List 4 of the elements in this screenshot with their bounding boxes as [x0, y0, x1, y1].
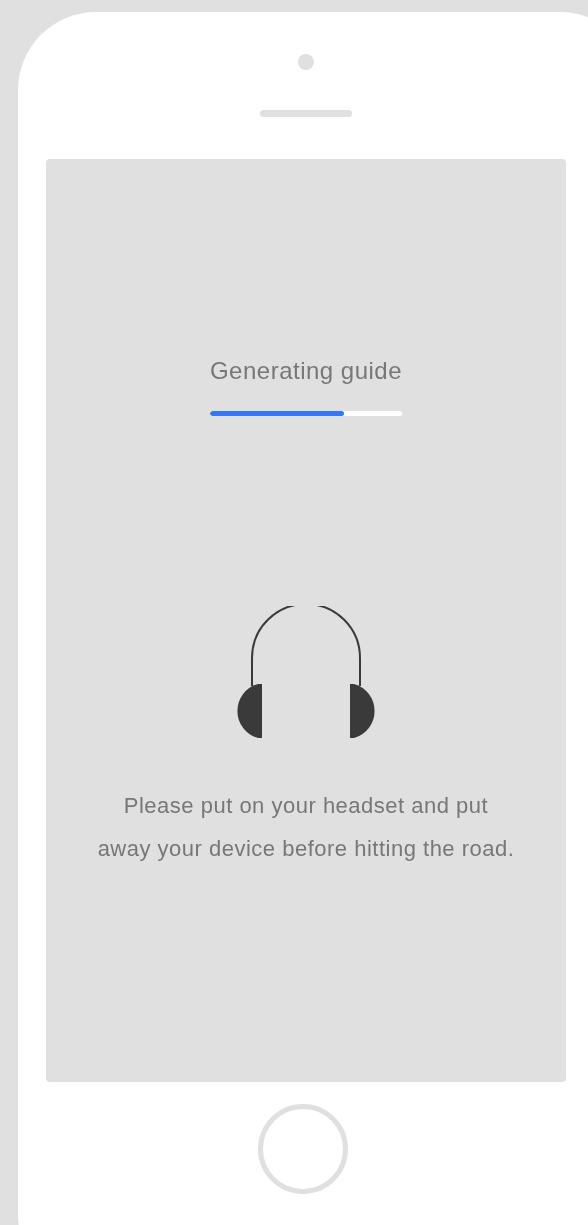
loading-title: Generating guide [209, 357, 403, 385]
instruction-text: Please put on your headset and put away your device before hitting the road. [96, 792, 516, 863]
home-button[interactable] [258, 1104, 348, 1194]
camera-dot [298, 54, 314, 70]
